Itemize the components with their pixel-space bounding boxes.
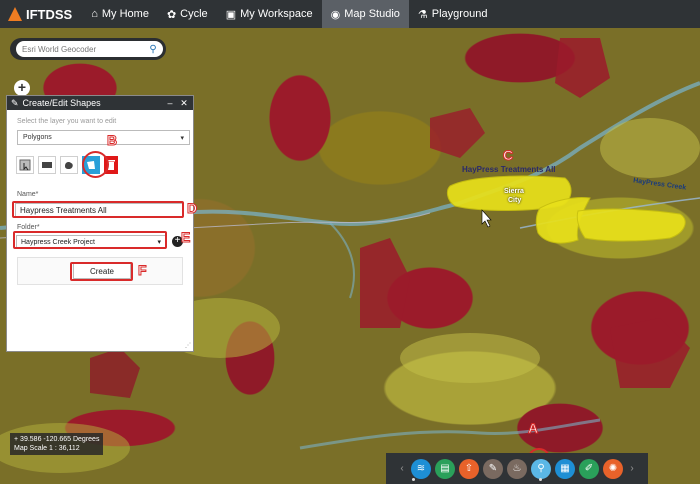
annotation-f-box (70, 262, 133, 281)
flame-logo-icon (8, 7, 22, 21)
tab-playground[interactable]: ⚗ Playground (409, 0, 497, 28)
tab-label: My Workspace (240, 8, 313, 20)
map-pin-icon: ⚲ (537, 463, 545, 474)
layer-prompt: Select the layer you want to edit (17, 118, 117, 125)
annotation-f: F (138, 262, 148, 279)
tab-label: Cycle (180, 8, 208, 20)
minimize-button[interactable]: – (165, 98, 175, 108)
annotation-e-box (13, 231, 167, 249)
flask-icon: ⚗ (417, 8, 428, 21)
treatment-shape-label: HayPress Treatments All (462, 165, 556, 174)
measure-button[interactable]: ✐ (579, 458, 599, 479)
coordinates-readout: + 39.586 -120.665 Degrees Map Scale 1 : … (10, 433, 104, 455)
search-button[interactable]: ⚲ (143, 41, 163, 57)
resize-grip-icon[interactable]: ⋰ (185, 342, 191, 349)
grid-button[interactable]: ▦ (555, 458, 575, 479)
plus-icon: + (14, 436, 19, 443)
tab-map-studio[interactable]: ◉ Map Studio (321, 0, 409, 28)
edit-shapes-icon: ✎ (11, 97, 19, 108)
upload-button[interactable]: ⇧ (459, 458, 479, 479)
flame-icon: ♨ (512, 463, 522, 474)
app-logo[interactable]: IFTDSS (0, 7, 82, 22)
town-label: Sierra City (504, 187, 524, 205)
tool-rectangle[interactable] (38, 156, 56, 174)
basemap-icon: ▤ (440, 463, 450, 474)
layer-select[interactable]: Polygons ▾ (17, 130, 190, 145)
pencil-icon: ✎ (488, 463, 498, 474)
map-scale-text: Map Scale 1 : 36,112 (14, 445, 80, 452)
draw-tool-button[interactable]: ✎ (483, 458, 503, 479)
home-icon: ⌂ (91, 8, 98, 20)
layers-button[interactable]: ≋ (411, 458, 431, 479)
annotation-d-box (12, 201, 184, 218)
settings-button[interactable]: ✺ (603, 458, 623, 479)
caret-down-icon: ▾ (180, 134, 184, 142)
annotation-d: D (186, 200, 198, 217)
upload-icon: ⇧ (464, 463, 474, 474)
name-label: Name* (17, 191, 39, 198)
panel-title: Create/Edit Shapes (22, 98, 101, 108)
town-label-line2: City (508, 197, 522, 204)
search-icon: ⚲ (149, 43, 157, 55)
tab-my-home[interactable]: ⌂ My Home (82, 0, 158, 28)
tab-label: Playground (431, 8, 488, 20)
panel-header[interactable]: ✎ Create/Edit Shapes – ✕ (7, 96, 193, 110)
create-edit-shapes-panel: ✎ Create/Edit Shapes – ✕ Select the laye… (6, 95, 194, 352)
map-toolbar: ‹ ≋ ▤ ⇧ ✎ ♨ ⚲ ▦ ✐ ✺ › (386, 453, 648, 484)
tab-cycle[interactable]: ✿ Cycle (158, 0, 217, 28)
toolbar-prev-button[interactable]: ‹ (397, 463, 407, 474)
annotation-c: C (502, 147, 514, 164)
toolbar-next-button[interactable]: › (627, 463, 637, 474)
annotation-b: B (106, 132, 118, 149)
tab-label: My Home (101, 8, 149, 20)
close-button[interactable]: ✕ (179, 98, 189, 109)
latlon-text: 39.586 -120.665 Degrees (20, 436, 100, 443)
cycle-icon: ✿ (166, 8, 177, 21)
geocoder-search: ⚲ (10, 38, 166, 60)
top-nav: IFTDSS ⌂ My Home ✿ Cycle ▣ My Workspace … (0, 0, 700, 28)
toolbar-indicator-dot (539, 478, 542, 481)
folder-icon: ▣ (225, 8, 237, 21)
annotation-a: A (527, 420, 539, 437)
tool-select-shape[interactable] (16, 156, 34, 174)
annotation-e: E (180, 229, 191, 246)
annotation-b-circle (82, 151, 109, 178)
tab-label: Map Studio (344, 8, 400, 20)
tool-freehand[interactable] (60, 156, 78, 174)
folder-label: Folder* (17, 224, 40, 231)
toolbar-indicator-dot (412, 478, 415, 481)
town-label-line1: Sierra (504, 188, 524, 195)
grid-icon: ▦ (560, 463, 570, 474)
app-name: IFTDSS (26, 6, 73, 22)
rectangle-icon (42, 162, 52, 168)
tab-my-workspace[interactable]: ▣ My Workspace (217, 0, 322, 28)
freehand-polygon-icon (65, 162, 73, 169)
fire-tool-button[interactable]: ♨ (507, 458, 527, 479)
ruler-icon: ✐ (584, 463, 594, 474)
layer-select-value: Polygons (23, 134, 52, 141)
zoom-in-button[interactable]: + (14, 80, 30, 96)
gear-icon: ✺ (608, 463, 618, 474)
map-icon: ◉ (330, 8, 341, 21)
layers-icon: ≋ (416, 463, 426, 474)
search-input[interactable] (16, 41, 143, 57)
select-shape-icon (19, 159, 31, 171)
basemap-button[interactable]: ▤ (435, 458, 455, 479)
create-shapes-button[interactable]: ⚲ (531, 458, 551, 479)
